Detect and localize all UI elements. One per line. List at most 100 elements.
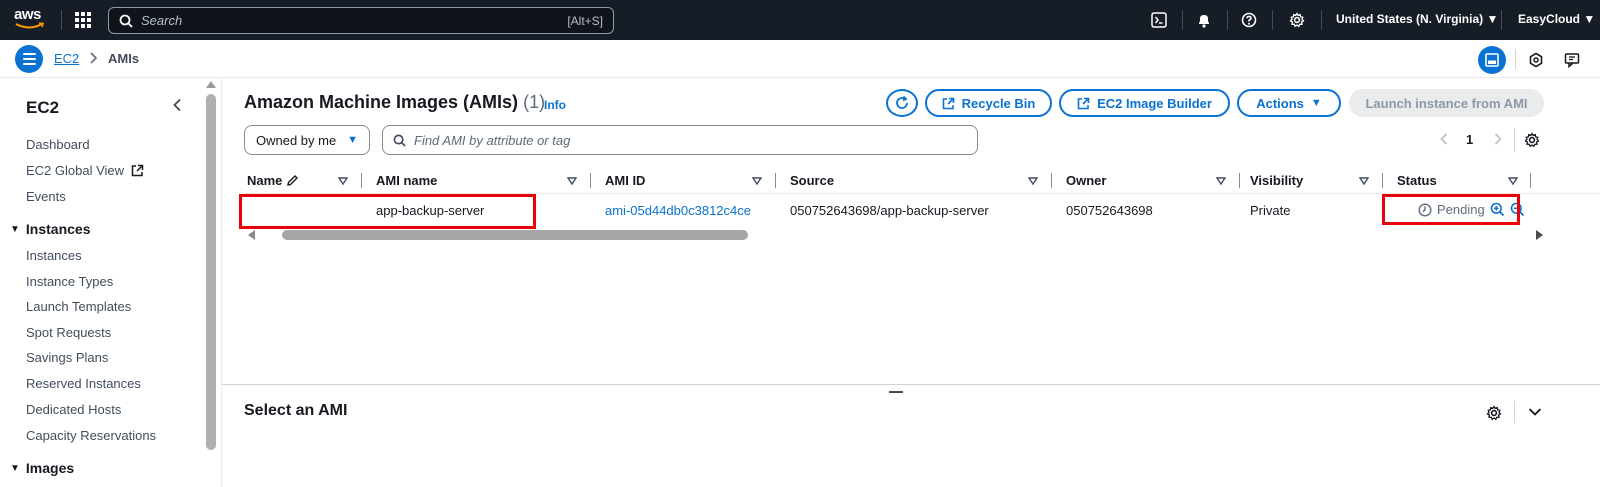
main-content: Amazon Machine Images (AMIs) (1) Info Re… xyxy=(222,78,1600,487)
cell-source: 050752643698/app-backup-server xyxy=(790,203,989,218)
sidebar-item-instance-types[interactable]: Instance Types xyxy=(26,274,113,289)
column-resizer[interactable] xyxy=(361,173,362,188)
sidebar-item-dedicated-hosts[interactable]: Dedicated Hosts xyxy=(26,402,121,417)
caret-down-icon: ▼ xyxy=(10,462,20,474)
column-header-ami-name[interactable]: AMI name xyxy=(376,173,437,188)
gear-icon[interactable] xyxy=(1288,11,1306,29)
sidebar-scrollbar[interactable] xyxy=(203,78,219,487)
region-selector[interactable]: United States (N. Virginia) ▼ xyxy=(1336,12,1498,26)
column-resizer[interactable] xyxy=(775,173,776,188)
sidebar-section-label: Instances xyxy=(25,221,91,237)
sidebar-item-capacity-reservations[interactable]: Capacity Reservations xyxy=(26,428,156,443)
column-resizer[interactable] xyxy=(1382,173,1383,188)
scroll-left-icon[interactable] xyxy=(248,230,255,240)
nav-divider xyxy=(1321,10,1322,30)
search-input[interactable] xyxy=(141,13,568,28)
horizontal-scrollbar-thumb[interactable] xyxy=(282,230,748,240)
aws-logo[interactable]: aws xyxy=(14,6,50,32)
breadcrumb-ec2-link[interactable]: EC2 xyxy=(54,51,79,66)
hexagon-settings-button[interactable] xyxy=(1522,46,1550,74)
split-panel-gear-icon[interactable] xyxy=(1486,405,1502,421)
split-panel-icon xyxy=(1485,53,1499,67)
highlight-box-ami-name xyxy=(239,194,536,229)
actions-label: Actions xyxy=(1256,95,1304,111)
column-header-name[interactable]: Name xyxy=(247,173,299,188)
column-header-source[interactable]: Source xyxy=(790,173,834,188)
page-title-text: Amazon Machine Images (AMIs) xyxy=(244,92,519,112)
info-link[interactable]: Info xyxy=(544,98,566,112)
column-resizer[interactable] xyxy=(590,173,591,188)
sidebar-item-spot-requests[interactable]: Spot Requests xyxy=(26,325,111,340)
cell-ami-id-link[interactable]: ami-05d44db0c3812c4ce xyxy=(605,203,751,218)
image-builder-button[interactable]: EC2 Image Builder xyxy=(1059,89,1230,117)
sort-icon[interactable] xyxy=(567,176,577,186)
owned-by-select[interactable]: Owned by me ▼ xyxy=(244,125,370,155)
recycle-bin-label: Recycle Bin xyxy=(961,95,1036,111)
menu-toggle-button[interactable] xyxy=(15,45,43,73)
breadcrumb-current: AMIs xyxy=(108,51,140,66)
cloudshell-icon[interactable] xyxy=(1150,11,1168,29)
scrollbar-thumb[interactable] xyxy=(206,94,216,450)
nav-divider xyxy=(1272,10,1273,30)
recycle-bin-button[interactable]: Recycle Bin xyxy=(925,89,1052,117)
sidebar-item-dashboard[interactable]: Dashboard xyxy=(26,137,90,152)
help-icon[interactable] xyxy=(1240,11,1258,29)
sort-icon[interactable] xyxy=(338,176,348,186)
column-resizer[interactable] xyxy=(1530,173,1531,188)
page-prev-icon[interactable] xyxy=(1440,133,1448,145)
sidebar-item-global-view[interactable]: EC2 Global View xyxy=(26,163,144,178)
launch-instance-label: Launch instance from AMI xyxy=(1365,95,1528,111)
refresh-button[interactable] xyxy=(886,89,918,117)
scroll-up-icon[interactable] xyxy=(206,81,216,88)
sidebar-item-launch-templates[interactable]: Launch Templates xyxy=(26,299,131,314)
sidebar-title: EC2 xyxy=(26,98,60,117)
split-panel-toggle-button[interactable] xyxy=(1478,46,1506,74)
sidebar-section-instances[interactable]: ▼ Instances xyxy=(10,221,91,237)
chevron-left-icon[interactable] xyxy=(172,98,182,112)
split-panel-resize-handle[interactable] xyxy=(889,391,903,393)
page-next-icon[interactable] xyxy=(1494,133,1502,145)
aws-smile-icon xyxy=(15,22,45,29)
table-header: Name AMI name AMI ID Source Owner Visibi… xyxy=(244,168,1600,194)
chevron-down-icon[interactable] xyxy=(1528,407,1542,417)
bell-icon[interactable] xyxy=(1195,11,1213,29)
search-icon xyxy=(393,134,406,147)
nav-divider xyxy=(1227,10,1228,30)
services-grid-icon[interactable] xyxy=(75,12,91,28)
column-header-ami-id[interactable]: AMI ID xyxy=(605,173,645,188)
external-link-icon xyxy=(942,97,954,109)
column-resizer[interactable] xyxy=(1239,173,1240,188)
scroll-right-icon[interactable] xyxy=(1536,230,1543,240)
page-number[interactable]: 1 xyxy=(1466,132,1473,147)
column-resizer[interactable] xyxy=(1051,173,1052,188)
top-navigation: aws [Alt+S] United States (N. Virginia) … xyxy=(0,0,1600,40)
sidebar-item-instances[interactable]: Instances xyxy=(26,248,82,263)
external-link-icon xyxy=(1077,97,1090,109)
column-header-label: Status xyxy=(1397,173,1437,188)
global-search[interactable]: [Alt+S] xyxy=(108,7,614,34)
nav-divider xyxy=(61,10,62,30)
column-header-owner[interactable]: Owner xyxy=(1066,173,1106,188)
ami-filter-input[interactable] xyxy=(414,132,967,148)
sidebar-item-events[interactable]: Events xyxy=(26,189,66,204)
column-header-visibility[interactable]: Visibility xyxy=(1250,173,1303,188)
region-label: United States (N. Virginia) xyxy=(1336,12,1484,26)
sort-icon[interactable] xyxy=(1359,176,1369,186)
sidebar-item-reserved-instances[interactable]: Reserved Instances xyxy=(26,376,141,391)
feedback-button[interactable] xyxy=(1558,46,1586,74)
sort-icon[interactable] xyxy=(1216,176,1226,186)
account-menu[interactable]: EasyCloud ▼ xyxy=(1518,12,1595,26)
sidebar-item-label: EC2 Global View xyxy=(26,163,125,178)
ami-filter[interactable] xyxy=(382,125,978,155)
table-preferences-gear-icon[interactable] xyxy=(1524,132,1540,148)
sidebar: EC2 Dashboard EC2 Global View Events ▼ I… xyxy=(0,78,222,487)
sort-icon[interactable] xyxy=(1028,176,1038,186)
sidebar-item-savings-plans[interactable]: Savings Plans xyxy=(26,350,108,365)
sidebar-section-images[interactable]: ▼ Images xyxy=(10,460,74,476)
actions-button[interactable]: Actions ▼ xyxy=(1237,89,1341,117)
column-header-status[interactable]: Status xyxy=(1397,173,1437,188)
feedback-icon xyxy=(1564,53,1580,68)
sort-icon[interactable] xyxy=(752,176,762,186)
launch-instance-button[interactable]: Launch instance from AMI xyxy=(1349,89,1544,117)
sort-icon[interactable] xyxy=(1508,176,1518,186)
